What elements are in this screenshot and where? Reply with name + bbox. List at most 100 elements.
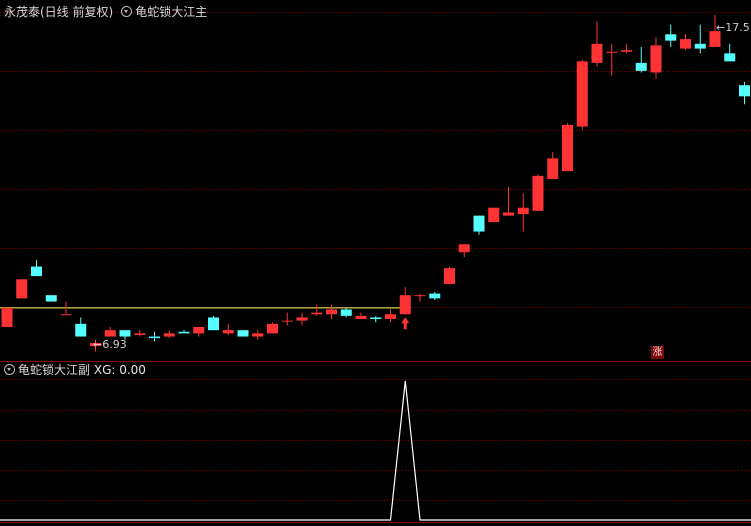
candle bbox=[267, 322, 278, 334]
stock-title: 永茂泰(日线 前复权) bbox=[4, 5, 114, 19]
candle-body bbox=[119, 330, 131, 337]
candle-body bbox=[340, 309, 352, 316]
candle bbox=[45, 295, 57, 302]
candle-body bbox=[104, 330, 116, 337]
candle-body bbox=[694, 43, 706, 49]
candle-body bbox=[444, 268, 455, 285]
candle-body bbox=[399, 295, 411, 315]
candle-body bbox=[222, 330, 234, 334]
candle-body bbox=[134, 333, 146, 335]
candle bbox=[311, 304, 323, 316]
limit-up-badge: 涨 bbox=[651, 346, 664, 359]
candle-body bbox=[724, 53, 736, 62]
xg-value: XG: 0.00 bbox=[93, 363, 146, 377]
price-markers bbox=[401, 317, 410, 330]
candle bbox=[326, 304, 337, 320]
candle-body bbox=[621, 50, 632, 52]
candle-body bbox=[60, 314, 72, 316]
candle-body bbox=[16, 279, 28, 299]
candle bbox=[635, 47, 647, 73]
candle-body bbox=[547, 158, 559, 180]
candle bbox=[104, 327, 116, 337]
sub-indicator-menu-icon[interactable] bbox=[4, 364, 15, 375]
candle-body bbox=[163, 333, 175, 337]
candle bbox=[193, 327, 205, 337]
candle-body bbox=[178, 331, 190, 334]
candle bbox=[503, 187, 514, 216]
candle bbox=[208, 315, 219, 331]
candle-body bbox=[208, 317, 219, 331]
candle-body bbox=[311, 312, 323, 315]
candle bbox=[650, 37, 662, 79]
candle bbox=[252, 330, 264, 340]
sub-chart-header: 龟蛇锁大江副 XG: 0.00 bbox=[4, 362, 146, 378]
candle bbox=[31, 260, 42, 277]
candle bbox=[385, 309, 396, 323]
candle-body bbox=[267, 323, 278, 334]
candle-body bbox=[680, 39, 691, 49]
candle bbox=[178, 330, 190, 334]
candle bbox=[444, 266, 455, 285]
candle bbox=[340, 307, 352, 318]
sub-chart-grid bbox=[0, 379, 751, 523]
indicator-menu-icon[interactable] bbox=[121, 6, 133, 17]
candle-body bbox=[193, 327, 205, 334]
candle bbox=[591, 21, 603, 67]
candle-body bbox=[488, 207, 500, 222]
candle bbox=[532, 174, 544, 211]
sub-indicator-name[interactable]: 龟蛇锁大江副 bbox=[18, 363, 90, 377]
candle-body bbox=[562, 124, 573, 172]
low-price-label: ←6.93 bbox=[93, 338, 127, 351]
candle-body bbox=[355, 315, 367, 320]
candle bbox=[458, 244, 470, 257]
candle-body bbox=[75, 323, 87, 337]
buy-signal-arrow bbox=[401, 317, 410, 330]
candle bbox=[694, 24, 706, 54]
candle-body bbox=[576, 61, 588, 127]
candle bbox=[370, 315, 382, 323]
high-price-label: ←17.5 bbox=[716, 21, 750, 34]
candle bbox=[149, 331, 160, 342]
candle bbox=[724, 43, 736, 62]
candle bbox=[16, 279, 28, 299]
candle-body bbox=[326, 309, 337, 315]
candle-body bbox=[237, 330, 249, 337]
candle-body bbox=[503, 212, 514, 216]
low-price-value: 6.93 bbox=[102, 338, 127, 351]
candle bbox=[134, 330, 146, 337]
chart-stage bbox=[0, 12, 751, 523]
candle bbox=[75, 317, 87, 337]
candle bbox=[606, 43, 618, 76]
candle-body bbox=[31, 266, 42, 277]
candle bbox=[281, 312, 293, 326]
candle bbox=[739, 82, 750, 105]
indicator-series bbox=[0, 380, 751, 521]
candle bbox=[237, 330, 249, 337]
candle bbox=[399, 287, 411, 315]
candle bbox=[576, 59, 588, 130]
candle-body bbox=[591, 43, 603, 63]
candle bbox=[547, 152, 559, 180]
candle-body bbox=[370, 317, 382, 320]
candle-body bbox=[414, 295, 426, 297]
main-indicator-name[interactable]: 龟蛇锁大江主 bbox=[135, 5, 207, 19]
candle-body bbox=[532, 175, 544, 211]
candle-body bbox=[281, 320, 293, 322]
candle-body bbox=[45, 295, 57, 302]
candle-body bbox=[296, 317, 308, 321]
candle bbox=[222, 323, 234, 335]
candle-body bbox=[606, 51, 618, 53]
candle bbox=[163, 330, 175, 339]
candle-body bbox=[665, 34, 677, 41]
candle bbox=[517, 193, 529, 232]
candle bbox=[429, 292, 441, 300]
high-price-value: 17.5 bbox=[725, 21, 750, 34]
candle-body bbox=[429, 293, 441, 299]
candle bbox=[355, 312, 367, 320]
candle bbox=[488, 207, 500, 222]
candle bbox=[680, 34, 691, 51]
candle-body bbox=[517, 207, 529, 215]
candlestick-series bbox=[1, 15, 750, 352]
candle bbox=[562, 123, 573, 172]
candle bbox=[621, 43, 632, 54]
